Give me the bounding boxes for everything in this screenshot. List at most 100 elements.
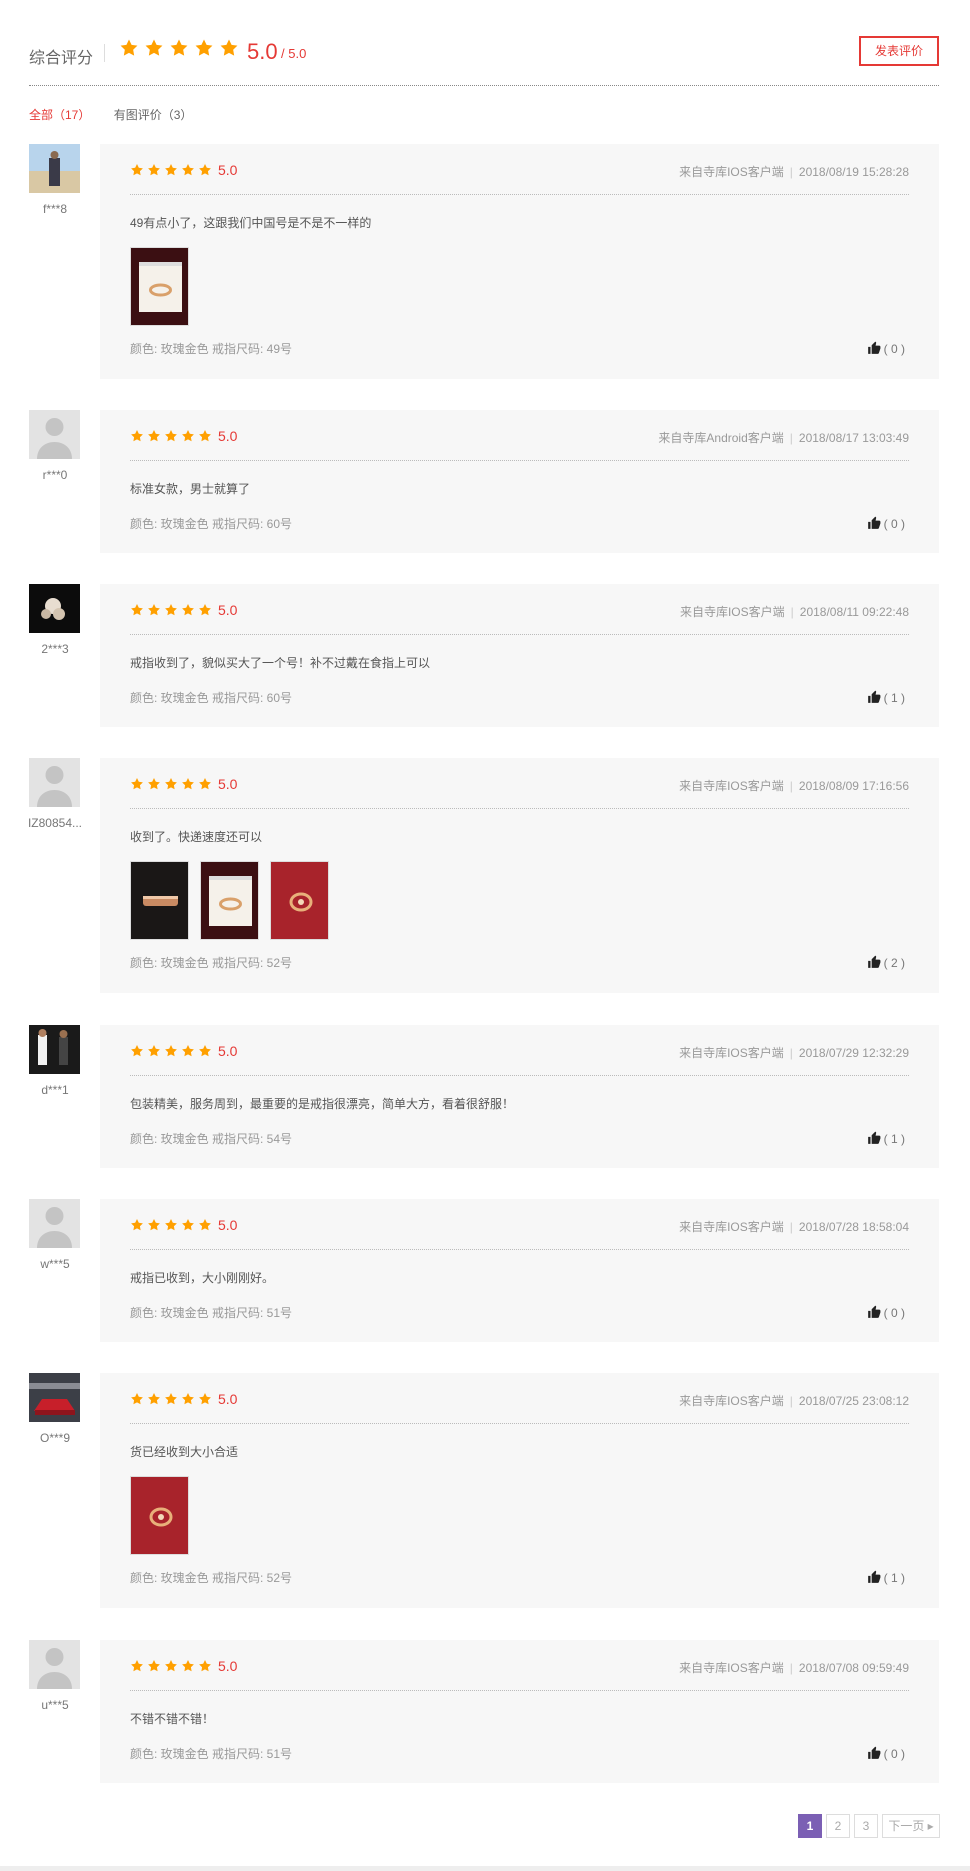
review-content: 戒指收到了，貌似买大了一个号！补不过戴在食指上可以 [130,656,431,670]
star-icon [147,603,161,617]
like-button[interactable]: ( 0 ) [867,516,905,531]
star-icon [164,1218,178,1232]
star-icon [147,429,161,443]
username: w***5 [40,1257,70,1271]
like-button[interactable]: ( 2 ) [867,955,905,970]
review-spec: 颜色: 玫瑰金色 戒指尺码: 49号 [130,342,293,356]
star-icon [181,603,195,617]
star-icon [164,1392,178,1406]
thumbs-up-icon [867,690,884,705]
review-date: 2018/07/29 12:32:29 [798,1046,909,1060]
review-date: 2018/08/09 17:16:56 [798,779,909,793]
meta-separator: | [790,605,794,619]
review-spec: 颜色: 玫瑰金色 戒指尺码: 51号 [130,1306,293,1320]
thumbs-up-icon [867,516,884,531]
page-1-button[interactable]: 1 [798,1814,822,1838]
review-header: 5.0 来自寺库IOS客户端 | 2018/07/28 18:58:04 [130,1216,909,1250]
star-icon [181,1392,195,1406]
star-icon [198,163,212,177]
star-icon [130,603,144,617]
review-date: 2018/07/08 09:59:49 [798,1661,909,1675]
star-icon [164,429,178,443]
review-score: 5.0 [218,1043,238,1060]
review-photo[interactable] [270,861,329,940]
next-page-button[interactable]: 下一页 ▸ [882,1814,940,1838]
like-button[interactable]: ( 0 ) [867,341,905,356]
review-card: 5.0 来自寺库IOS客户端 | 2018/08/09 17:16:56 收到了。快… [100,758,939,993]
meta-separator: | [789,1661,793,1675]
star-icon [181,163,195,177]
review-card: 5.0 来自寺库IOS客户端 | 2018/07/28 18:58:04 戒指已收到… [100,1199,939,1342]
thumbs-up-icon [867,1570,884,1585]
star-icon [198,603,212,617]
review-source: 来自寺库IOS客户端 [679,605,785,619]
star-icon [119,38,139,58]
footer-divider [0,1866,970,1871]
like-count: ( 0 ) [883,342,905,356]
review-source: 来自寺库IOS客户端 [679,1046,784,1060]
filter-all[interactable]: 全部（17） [29,108,90,122]
review-spec: 颜色: 玫瑰金色 戒指尺码: 60号 [130,517,293,531]
page-3-button[interactable]: 3 [854,1814,878,1838]
like-button[interactable]: ( 0 ) [867,1305,905,1320]
meta-separator: | [789,165,793,179]
star-icon [198,1392,212,1406]
review-rating: 5.0 [130,161,237,178]
meta-separator: | [789,1046,793,1060]
review-meta: 来自寺库IOS客户端 | 2018/07/08 09:59:49 [679,1659,909,1676]
review-score: 5.0 [218,1391,238,1408]
summary-stars [119,38,244,58]
like-count: ( 1 ) [883,691,905,705]
username: u***5 [41,1698,69,1712]
review-header: 5.0 来自寺库IOS客户端 | 2018/07/25 23:08:12 [130,1390,909,1424]
review-header: 5.0 来自寺库IOS客户端 | 2018/08/11 09:22:48 [130,601,909,635]
review-photo[interactable] [200,861,259,940]
star-icon [198,1218,212,1232]
username: IZ80854... [27,816,83,830]
review-photo[interactable] [130,861,189,940]
review-score: 5.0 [218,428,238,445]
username: f***8 [42,202,68,216]
avatar [29,1025,80,1074]
thumbs-up-icon [867,1305,884,1320]
avatar [29,1199,80,1248]
star-icon [147,1659,161,1673]
star-icon [219,38,239,58]
review-photo[interactable] [130,1476,189,1555]
star-icon [164,163,178,177]
review-photos [130,861,340,940]
review-header: 5.0 来自寺库Android客户端 | 2018/08/17 13:03:49 [130,427,909,461]
like-count: ( 0 ) [883,517,905,531]
filter-with-photos[interactable]: 有图评价（3） [114,108,193,122]
review-source: 来自寺库Android客户端 [658,431,784,445]
avatar [29,410,80,459]
like-button[interactable]: ( 1 ) [867,1570,905,1585]
like-count: ( 2 ) [883,956,905,970]
write-review-button[interactable]: 发表评价 [859,36,939,66]
summary-score: 5.0 [247,39,278,64]
like-button[interactable]: ( 0 ) [867,1746,905,1761]
like-button[interactable]: ( 1 ) [867,1131,905,1146]
review-content: 49有点小了，这跟我们中国号是不是不一样的 [130,216,372,230]
review-source: 来自寺库IOS客户端 [679,165,784,179]
username: r***0 [42,468,68,482]
star-icon [130,777,144,791]
review-date: 2018/07/28 18:58:04 [798,1220,909,1234]
rating-summary: 综合评分 5.0 / 5.0 发表评价 [29,36,939,86]
review-meta: 来自寺库IOS客户端 | 2018/07/28 18:58:04 [679,1218,909,1235]
star-icon [130,1044,144,1058]
star-icon [198,1659,212,1673]
star-icon [164,1044,178,1058]
summary-title: 综合评分 [29,50,94,67]
avatar [29,584,80,633]
review-photo[interactable] [130,247,189,326]
page-2-button[interactable]: 2 [826,1814,850,1838]
like-button[interactable]: ( 1 ) [867,690,905,705]
review-header: 5.0 来自寺库IOS客户端 | 2018/07/29 12:32:29 [130,1042,909,1076]
star-icon [181,1044,195,1058]
review-rating: 5.0 [130,775,237,792]
star-icon [181,1659,195,1673]
review-photos [130,247,200,326]
review-content: 标准女款，男士就算了 [130,482,251,496]
review-content: 收到了。快递速度还可以 [130,830,263,844]
